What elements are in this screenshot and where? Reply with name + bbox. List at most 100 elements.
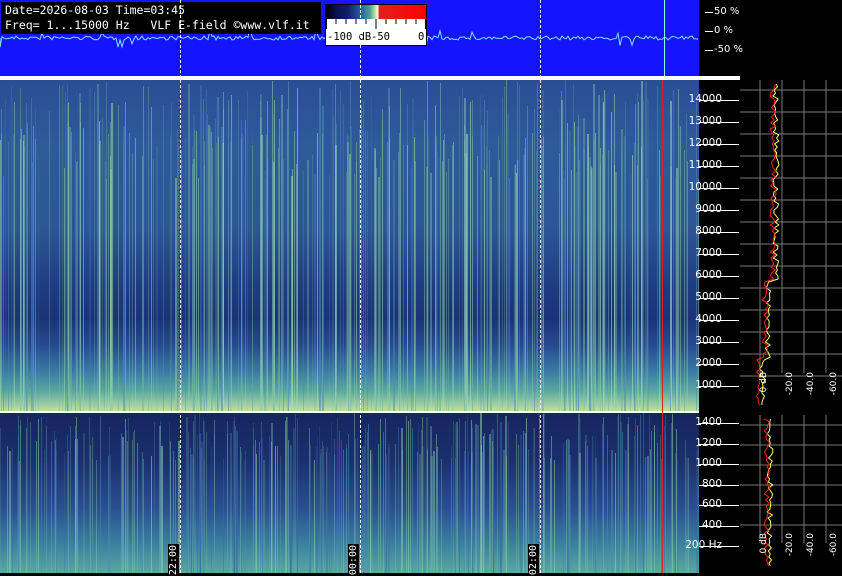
spectrogram-streak	[626, 451, 627, 573]
spectrogram-streak	[206, 432, 207, 573]
spectrogram-streak	[387, 142, 388, 411]
spectrogram-streak	[24, 146, 25, 411]
spectrogram-streak	[515, 164, 516, 411]
spectrogram-streak	[665, 435, 666, 573]
spectrogram-streak	[541, 137, 542, 411]
spectrogram-streak	[688, 458, 689, 573]
spectrogram-streak	[569, 455, 571, 573]
spectrogram-streak	[657, 451, 658, 573]
freq-label: 8000	[695, 225, 722, 237]
spectrogram-streak	[660, 435, 661, 573]
spectrogram-streak	[444, 134, 445, 411]
spectrogram-streak	[430, 173, 432, 411]
spectrogram-streak	[500, 422, 502, 573]
spectrogram-upper-texture	[0, 80, 699, 411]
spectrogram-streak	[571, 170, 572, 411]
spectrogram-streak	[102, 118, 103, 411]
spectrogram-streak	[595, 436, 596, 573]
spectrogram-streak	[178, 145, 179, 411]
spectrogram-streak	[401, 428, 403, 573]
spectrogram-streak	[200, 459, 201, 573]
spectrogram-streak	[322, 441, 323, 573]
spectrogram-streak	[351, 127, 352, 411]
spectrogram-streak	[400, 88, 401, 411]
spectrogram-upper[interactable]	[0, 80, 699, 411]
spectrogram-streak	[481, 445, 482, 573]
spectrogram-streak	[516, 434, 517, 573]
spectrogram-streak	[651, 431, 652, 573]
spectrogram-streak	[591, 169, 592, 411]
spectrogram-streak	[108, 456, 109, 573]
spectrogram-streak	[38, 419, 39, 573]
spectrogram-streak	[259, 442, 260, 573]
spectrogram-streak	[608, 150, 609, 411]
spectrogram-streak	[7, 446, 8, 573]
spectrogram-streak	[467, 415, 468, 573]
wave-cursor	[664, 0, 665, 76]
spectrogram-streak	[230, 433, 232, 573]
freq-label: 200 Hz	[685, 539, 722, 551]
spectrogram-streak	[408, 421, 409, 573]
spectrogram-streak	[46, 417, 47, 573]
spectrogram-streak	[204, 141, 205, 411]
spectrogram-streak	[411, 168, 412, 411]
spectrogram-streak	[286, 417, 287, 573]
spectrogram-streak	[277, 446, 278, 573]
spectrogram-streak	[214, 420, 215, 573]
spectrogram-streak	[69, 127, 71, 411]
spectrogram-streak	[287, 417, 288, 573]
spectrogram-streak	[424, 120, 425, 411]
spectrogram-streak	[307, 160, 309, 411]
spectrogram-streak	[319, 426, 320, 573]
spectrogram-streak	[2, 448, 3, 573]
spectrogram-streak	[412, 428, 413, 573]
spectrogram-streak	[163, 105, 164, 411]
spectrogram-streak	[641, 81, 643, 411]
spectrogram-streak	[77, 450, 78, 573]
spectrogram-streak	[380, 157, 381, 411]
spectrogram-streak	[206, 89, 207, 411]
spectrogram-streak	[566, 440, 567, 573]
spectrogram-streak	[256, 454, 257, 573]
spectrogram-streak	[585, 441, 586, 573]
spectrogram-streak	[215, 119, 216, 411]
spectrogram-streak	[197, 435, 198, 573]
spectrogram-streak	[361, 105, 362, 411]
spectrogram-streak	[99, 141, 101, 411]
spectrogram-streak	[105, 161, 106, 411]
spectrogram-streak	[670, 167, 672, 411]
spectrogram-streak	[266, 135, 267, 411]
spectrogram-streak	[83, 433, 85, 573]
spectrogram-streak	[563, 443, 564, 573]
freq-label: 9000	[695, 203, 722, 215]
spectrogram-streak	[333, 115, 334, 411]
spectrogram-streak	[482, 452, 483, 573]
spectrogram-streak	[323, 446, 324, 573]
spectrogram-streak	[261, 422, 262, 573]
freq-label: 10000	[688, 181, 722, 193]
spectrogram-streak	[439, 158, 440, 411]
spectrogram-streak	[484, 449, 485, 573]
spectrogram-streak	[441, 459, 442, 573]
spectrogram-streak	[465, 421, 466, 573]
spectrogram-streak	[383, 432, 384, 573]
spectrogram-streak	[620, 422, 622, 573]
spectrogram-streak	[645, 457, 646, 573]
spectrogram-streak	[367, 432, 368, 573]
spectrogram-streak	[399, 133, 400, 411]
spectrogram-streak	[573, 85, 574, 411]
spectrogram-streak	[507, 114, 509, 411]
time-cursor[interactable]	[662, 80, 663, 573]
freq-label: 2000	[695, 357, 722, 369]
spectrogram-streak	[422, 417, 423, 573]
spectrogram-streak	[489, 434, 491, 573]
spectrogram-streak	[332, 89, 333, 411]
freq-label: 800	[701, 477, 722, 490]
spectrogram-streak	[588, 146, 589, 411]
spectrogram-streak	[561, 100, 563, 411]
spectrogram-streak	[186, 417, 188, 573]
spectrogram-streak	[443, 140, 444, 411]
spectrogram-streak	[129, 133, 130, 411]
spectrogram-streak	[294, 131, 295, 411]
spectrogram-streak	[625, 450, 626, 573]
